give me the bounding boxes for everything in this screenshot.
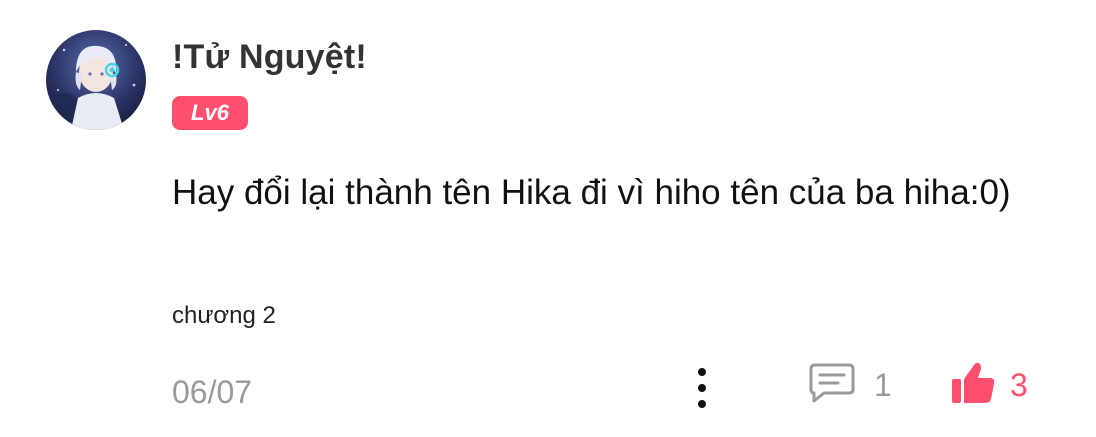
comment-date: 06/07 [172,374,253,410]
chapter-label[interactable]: chương 2 [172,302,276,330]
reply-button[interactable]: 1 [808,362,892,409]
comment-icon [808,362,856,409]
reply-count: 1 [874,366,892,403]
comment-text: Hay đổi lại thành tên Hika đi vì hiho tê… [172,173,1011,212]
more-options-button[interactable] [690,368,714,408]
more-vertical-icon [698,368,706,376]
level-badge: Lv6 [172,96,248,130]
thumbs-up-icon [950,361,996,410]
like-count: 3 [1010,366,1028,403]
comment-card: !Tử Nguyệt! Lv6 Hay đổi lại thành tên Hi… [0,0,1096,437]
username[interactable]: !Tử Nguyệt! [172,38,367,77]
like-button[interactable]: 3 [950,362,1028,408]
avatar[interactable] [46,30,146,130]
